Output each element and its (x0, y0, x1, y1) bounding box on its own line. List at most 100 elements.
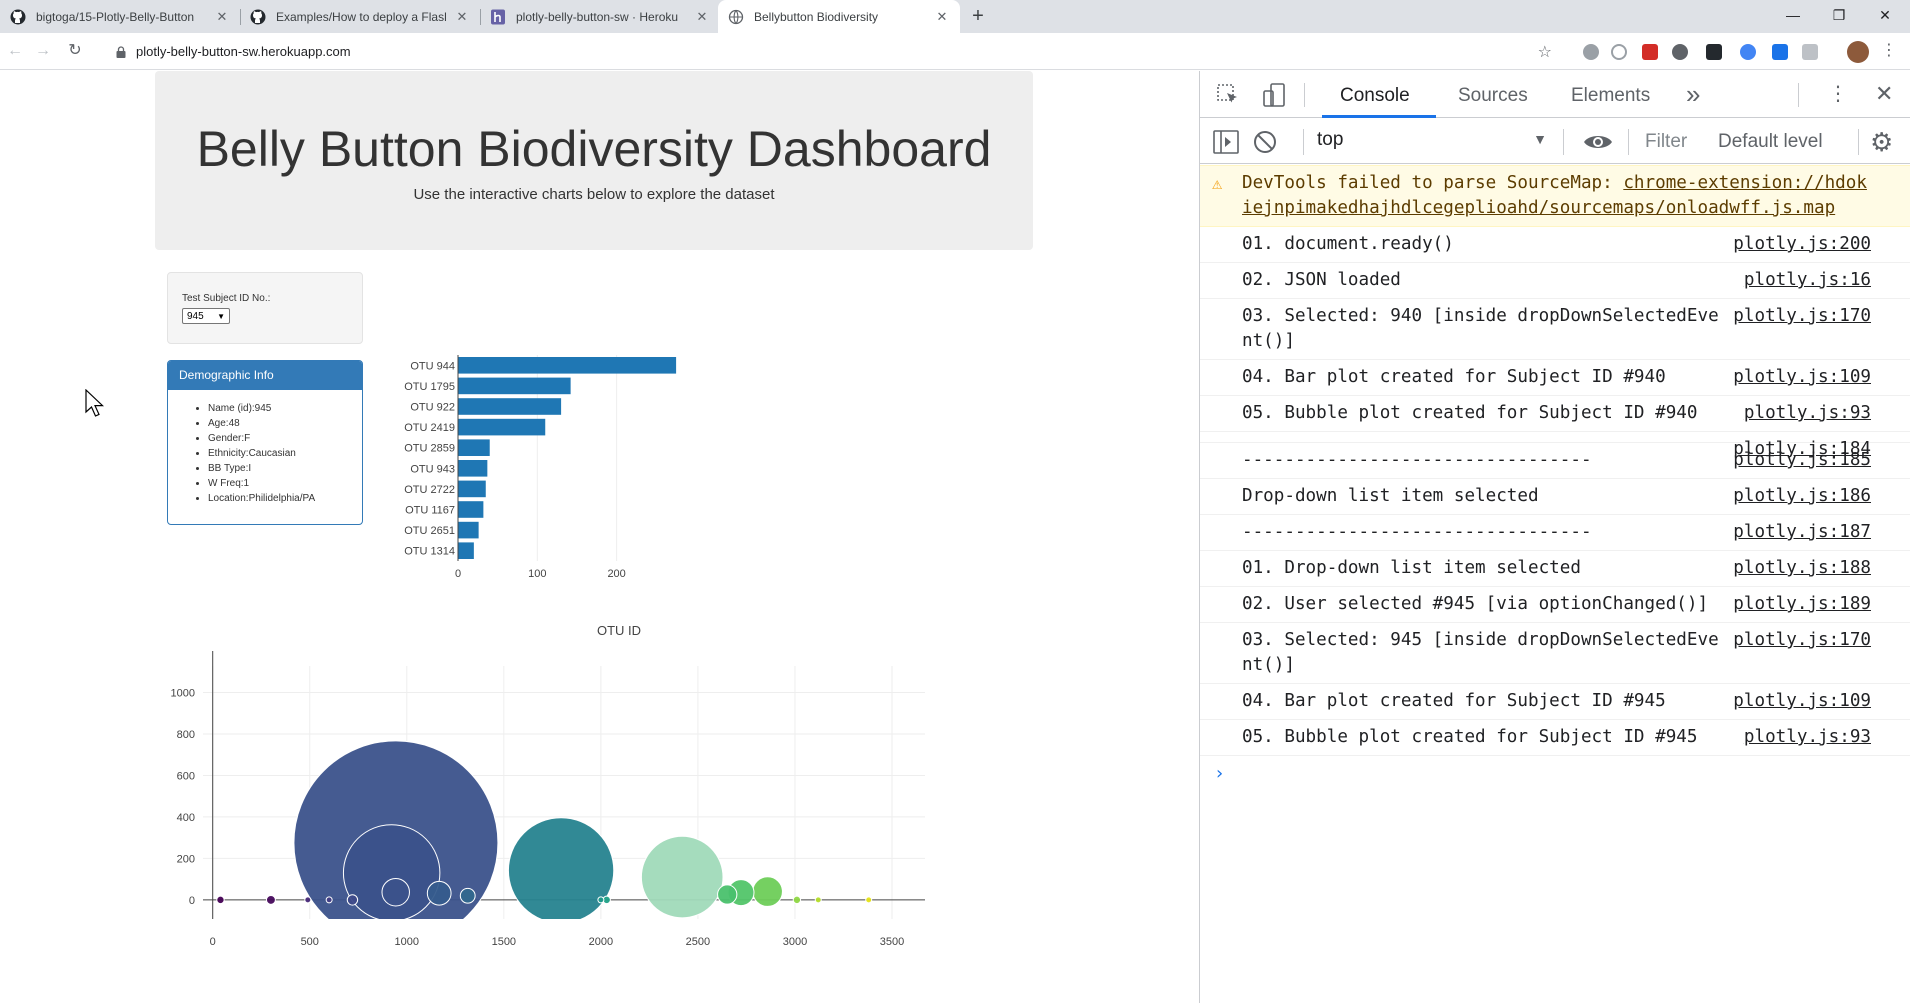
bar (458, 521, 479, 539)
globe-icon (728, 9, 744, 24)
tab-console[interactable]: Console (1340, 85, 1410, 107)
bubble (752, 876, 783, 907)
bar-x-tick-label: 0 (455, 568, 461, 580)
source-link[interactable]: plotly.js:189 (1733, 592, 1871, 617)
profile-avatar[interactable] (1847, 41, 1869, 63)
list-item: Name (id):945 (208, 401, 362, 416)
console-settings-gear-icon[interactable]: ⚙ (1870, 127, 1893, 158)
source-link[interactable]: plotly.js:187 (1733, 520, 1871, 545)
browser-tab-flask-examples[interactable]: Examples/How to deploy a Flask ✕ (240, 0, 480, 33)
device-toolbar-icon[interactable] (1262, 82, 1288, 108)
bubble (381, 877, 410, 907)
bar (458, 501, 484, 518)
bubble (304, 896, 312, 904)
blue-extension-icon[interactable] (1740, 44, 1756, 60)
bar-y-tick-label: OTU 2651 (404, 525, 455, 537)
console-message: --------------------------------- plotly.… (1200, 515, 1910, 551)
browser-tab-bellybutton[interactable]: Bellybutton Biodiversity ✕ (718, 0, 960, 33)
address-bar[interactable]: plotly-belly-button-sw.herokuapp.com ☆ (106, 37, 1562, 66)
devtools-tab-bar: Console Sources Elements » ⋮ ✕ (1200, 71, 1910, 118)
new-tab-button[interactable]: + (967, 5, 989, 27)
drive-extension-icon[interactable] (1583, 44, 1599, 60)
show-sidebar-icon[interactable] (1213, 130, 1239, 154)
bubble-y-tick-label: 400 (177, 812, 195, 824)
console-message: 01. Drop-down list item selected plotly.j… (1200, 551, 1910, 587)
browser-tab-github-repo[interactable]: bigtoga/15-Plotly-Belly-Button ✕ (0, 0, 240, 33)
reload-icon[interactable]: ↻ (64, 40, 86, 62)
check-extension-icon[interactable] (1611, 44, 1627, 60)
source-link[interactable]: plotly.js:109 (1733, 365, 1871, 390)
bubble-y-tick-label: 1000 (171, 687, 195, 699)
customize-kebab-icon[interactable]: ⋮ (1828, 81, 1848, 106)
demographic-info-panel: Demographic Info Name (id):945 Age:48 Ge… (167, 360, 363, 525)
source-link[interactable]: plotly.js:185 (1733, 448, 1871, 473)
tab-sources[interactable]: Sources (1458, 85, 1528, 107)
browser-tab-strip: bigtoga/15-Plotly-Belly-Button ✕ Example… (0, 0, 1910, 33)
bubble (507, 817, 615, 919)
github-extension-icon[interactable] (1706, 44, 1722, 60)
source-link[interactable]: plotly.js:93 (1744, 401, 1871, 426)
lastpass-extension-icon[interactable] (1642, 44, 1658, 60)
source-link[interactable]: plotly.js:186 (1733, 484, 1871, 509)
close-tab-icon[interactable]: ✕ (214, 9, 230, 25)
close-tab-icon[interactable]: ✕ (454, 9, 470, 25)
bubble (640, 835, 724, 919)
tab-title: plotly-belly-button-sw · Heroku (516, 9, 679, 24)
warning-text: DevTools failed to parse SourceMap: (1242, 173, 1624, 193)
forward-arrow-icon[interactable]: → (32, 40, 54, 62)
circle-extension-icon[interactable] (1672, 44, 1688, 60)
javascript-context-select[interactable]: top ▼ (1317, 129, 1547, 155)
clear-console-icon[interactable] (1253, 130, 1277, 154)
source-link[interactable]: plotly.js:93 (1744, 725, 1871, 750)
bookmark-star-icon[interactable]: ☆ (1538, 42, 1552, 62)
source-link[interactable]: plotly.js:170 (1733, 304, 1871, 329)
bubble-y-tick-label: 800 (177, 729, 195, 741)
bar-y-tick-label: OTU 1314 (404, 546, 455, 558)
close-tab-icon[interactable]: ✕ (934, 9, 950, 25)
more-tabs-chevron-icon[interactable]: » (1686, 79, 1700, 110)
browser-menu-icon[interactable]: ⋮ (1878, 40, 1900, 62)
bubble (342, 824, 441, 919)
grey-extension-icon[interactable] (1802, 44, 1818, 60)
list-item: W Freq:1 (208, 476, 362, 491)
calendar-extension-icon[interactable] (1772, 44, 1788, 60)
bar-y-tick-label: OTU 943 (410, 463, 455, 475)
log-level-select[interactable]: Default level (1718, 131, 1823, 153)
window-close-icon[interactable]: ✕ (1862, 0, 1908, 33)
subject-id-dropdown[interactable]: 945 ▼ (182, 308, 230, 324)
console-filter-input[interactable]: Filter (1637, 128, 1715, 156)
bar-y-tick-label: OTU 2859 (404, 443, 455, 455)
console-warning: ⚠ DevTools failed to parse SourceMap: ch… (1200, 165, 1910, 227)
tab-elements[interactable]: Elements (1571, 85, 1650, 107)
warning-icon: ⚠ (1212, 174, 1223, 194)
close-devtools-icon[interactable]: ✕ (1875, 81, 1893, 107)
source-link[interactable]: plotly.js:200 (1733, 232, 1871, 257)
bar (458, 377, 571, 395)
console-message: 03. Selected: 940 [inside dropDownSelect… (1200, 299, 1910, 360)
bar (458, 398, 562, 415)
source-link[interactable]: plotly.js:188 (1733, 556, 1871, 581)
console-message: 05. Bubble plot created for Subject ID #… (1200, 720, 1910, 756)
back-arrow-icon[interactable]: ← (4, 40, 26, 62)
source-link[interactable]: plotly.js:16 (1744, 268, 1871, 293)
page-title: Belly Button Biodiversity Dashboard (196, 121, 992, 177)
console-prompt-row[interactable]: › (1200, 756, 1910, 790)
bar-x-tick-label: 200 (607, 568, 625, 580)
browser-tab-heroku[interactable]: plotly-belly-button-sw · Heroku ✕ (480, 0, 720, 33)
source-link[interactable]: plotly.js:170 (1733, 628, 1871, 653)
bubble (865, 896, 873, 904)
close-tab-icon[interactable]: ✕ (694, 9, 710, 25)
restore-icon[interactable]: ❐ (1816, 0, 1862, 33)
bar (458, 439, 490, 456)
list-item: Ethnicity:Caucasian (208, 446, 362, 461)
bubble (597, 896, 605, 904)
demographic-list: Name (id):945 Age:48 Gender:F Ethnicity:… (208, 401, 362, 506)
bar-y-tick-label: OTU 1167 (405, 505, 455, 517)
minimize-icon[interactable]: — (1770, 0, 1816, 33)
inspect-element-icon[interactable] (1216, 83, 1240, 107)
list-item: Age:48 (208, 416, 362, 431)
console-prompt-chevron-icon: › (1214, 763, 1225, 784)
live-expression-eye-icon[interactable] (1583, 132, 1613, 152)
source-link[interactable]: plotly.js:109 (1733, 689, 1871, 714)
bubble-y-tick-label: 600 (177, 770, 195, 782)
